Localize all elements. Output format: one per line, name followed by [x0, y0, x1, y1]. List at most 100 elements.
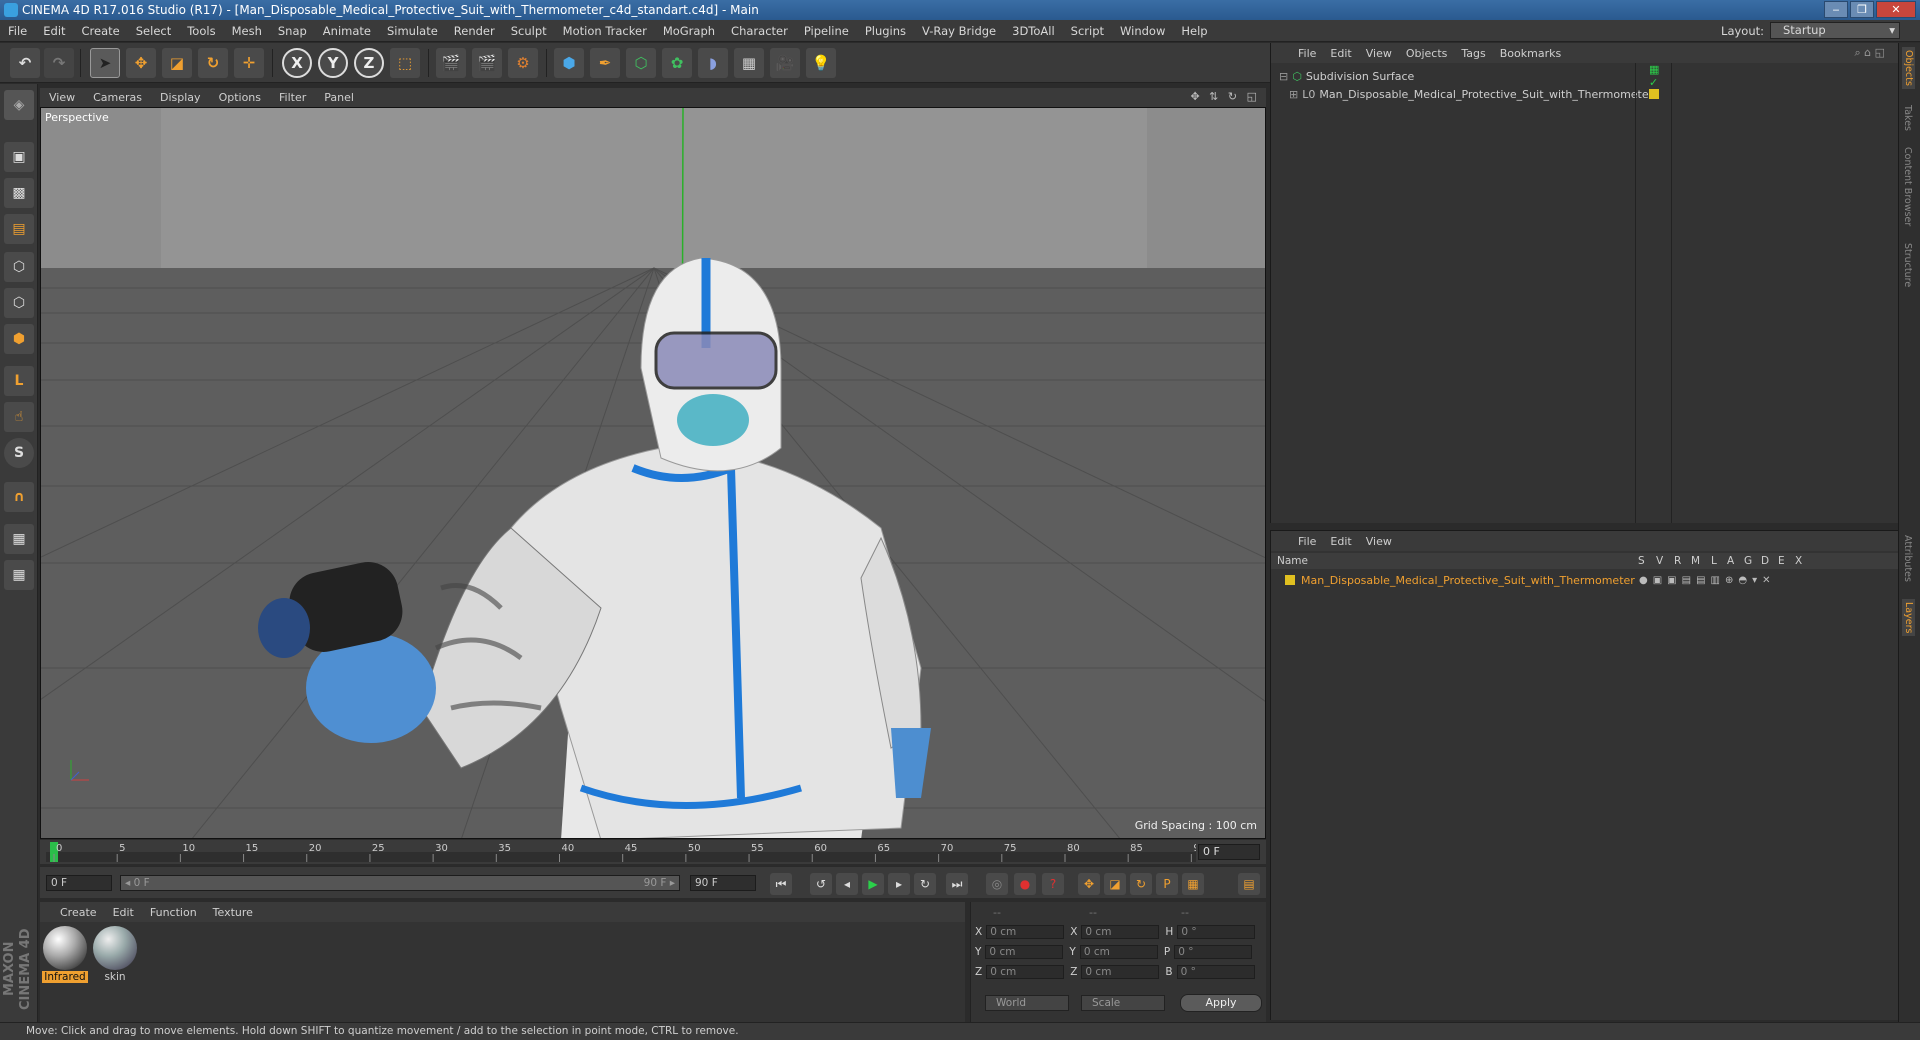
edges-mode-icon[interactable]: ⬡ — [4, 288, 34, 318]
menu-animate[interactable]: Animate — [315, 24, 379, 38]
menu-help[interactable]: Help — [1173, 24, 1215, 38]
layout-select[interactable]: Startup ▾ — [1770, 22, 1900, 39]
maximize-button[interactable]: ❐ — [1850, 1, 1874, 18]
menu-window[interactable]: Window — [1112, 24, 1173, 38]
live-selection-icon[interactable]: ✛ — [234, 48, 264, 78]
deformer-icon[interactable]: ◗ — [698, 48, 728, 78]
tweak-mode-icon[interactable]: ☝ — [4, 402, 34, 432]
material-swatch-skin[interactable]: skin — [92, 926, 138, 983]
current-frame-field[interactable]: 0 F — [1198, 844, 1260, 860]
menu-file[interactable]: File — [0, 24, 35, 38]
subdivision-surface-icon[interactable]: ⬡ — [626, 48, 656, 78]
search-icon[interactable]: ⌕ ⌂ ◱ — [1847, 46, 1892, 60]
redo-icon[interactable]: ↷ — [44, 48, 74, 78]
size-z-field[interactable]: 0 cm — [1081, 965, 1160, 979]
menu-sculpt[interactable]: Sculpt — [503, 24, 555, 38]
layer-color-swatch[interactable] — [1285, 575, 1295, 585]
menu-mograph[interactable]: MoGraph — [655, 24, 723, 38]
layer-toggle-icons[interactable]: ●▣▣▤▤▥⊕◓▾✕ — [1639, 575, 1775, 586]
axis-z-button[interactable]: Z — [354, 48, 384, 78]
model-mode-icon[interactable]: ▣ — [4, 142, 34, 172]
menu-plugins[interactable]: Plugins — [857, 24, 914, 38]
menu-create[interactable]: Create — [74, 24, 128, 38]
previous-frame-icon[interactable]: ◂ — [836, 873, 858, 895]
previous-key-icon[interactable]: ↺ — [810, 873, 832, 895]
position-y-field[interactable]: 0 cm — [985, 945, 1064, 959]
key-rotation-icon[interactable]: ↻ — [1130, 873, 1152, 895]
light-icon[interactable]: 💡 — [806, 48, 836, 78]
size-mode-select[interactable]: Scale — [1081, 995, 1165, 1011]
render-settings-icon[interactable]: ⚙ — [508, 48, 538, 78]
object-row-suit[interactable]: ⊞ L0 Man_Disposable_Medical_Protective_S… — [1289, 85, 1659, 103]
cube-primitive-icon[interactable]: ⬢ — [554, 48, 584, 78]
scale-icon[interactable]: ◪ — [162, 48, 192, 78]
menu-script[interactable]: Script — [1063, 24, 1112, 38]
size-x-field[interactable]: 0 cm — [1081, 925, 1160, 939]
expand-icon[interactable]: ⊞ — [1289, 88, 1298, 101]
objects-menu-view[interactable]: View — [1359, 47, 1399, 60]
menu-select[interactable]: Select — [128, 24, 179, 38]
start-frame-field[interactable]: 0 F — [46, 875, 112, 891]
menu-character[interactable]: Character — [723, 24, 796, 38]
apply-button[interactable]: Apply — [1180, 994, 1262, 1012]
timeline-ruler[interactable]: 0 5 10 15 20 25 30 35 40 45 50 55 60 65 70 75 80 85 90 0 F — [40, 840, 1266, 864]
viewport-menu-filter[interactable]: Filter — [270, 91, 315, 104]
axis-x-button[interactable]: X — [282, 48, 312, 78]
tab-objects[interactable]: Objects — [1902, 47, 1915, 89]
next-frame-icon[interactable]: ▸ — [888, 873, 910, 895]
coordinate-system-icon[interactable]: ⬚ — [390, 48, 420, 78]
close-button[interactable]: ✕ — [1876, 1, 1916, 18]
size-y-field[interactable]: 0 cm — [1079, 945, 1158, 959]
undo-icon[interactable]: ↶ — [10, 48, 40, 78]
autokey-icon[interactable]: ? — [1042, 873, 1064, 895]
menu-simulate[interactable]: Simulate — [379, 24, 446, 38]
rotation-h-field[interactable]: 0 ° — [1177, 925, 1256, 939]
viewport-menu-options[interactable]: Options — [210, 91, 270, 104]
floor-icon[interactable]: ▦ — [734, 48, 764, 78]
viewport-navigation-icons[interactable]: ✥ ⇅ ↻ ◱ — [1190, 90, 1260, 103]
rotate-icon[interactable]: ↻ — [198, 48, 228, 78]
layer-row[interactable]: Man_Disposable_Medical_Protective_Suit_w… — [1285, 571, 1770, 589]
rotation-p-field[interactable]: 0 ° — [1174, 945, 1253, 959]
object-row-subdivision-surface[interactable]: ⊟ ⬡ Subdivision Surface ▦ ✓ — [1279, 63, 1659, 89]
tab-takes[interactable]: Takes — [1902, 105, 1913, 131]
play-icon[interactable]: ▶ — [862, 873, 884, 895]
position-x-field[interactable]: 0 cm — [986, 925, 1065, 939]
render-picture-viewer-icon[interactable]: 🎬 — [472, 48, 502, 78]
material-swatch-infrared[interactable]: Infrared — [42, 926, 88, 983]
collapse-icon[interactable]: ⊟ — [1279, 70, 1288, 83]
objects-menu-edit[interactable]: Edit — [1323, 47, 1358, 60]
menu-3dtoall[interactable]: 3DToAll — [1004, 24, 1063, 38]
objects-menu-file[interactable]: File — [1291, 47, 1323, 60]
layers-menu-view[interactable]: View — [1359, 535, 1399, 548]
go-to-start-icon[interactable]: ⏮ — [770, 873, 792, 895]
tab-content-browser[interactable]: Content Browser — [1902, 147, 1913, 226]
menu-snap[interactable]: Snap — [270, 24, 315, 38]
objects-menu-bookmarks[interactable]: Bookmarks — [1493, 47, 1568, 60]
axis-y-button[interactable]: Y — [318, 48, 348, 78]
record-keyframe-icon[interactable]: ● — [1014, 873, 1036, 895]
menu-mesh[interactable]: Mesh — [224, 24, 270, 38]
objects-menu-objects[interactable]: Objects — [1399, 47, 1455, 60]
rotation-b-field[interactable]: 0 ° — [1176, 965, 1255, 979]
next-key-icon[interactable]: ↻ — [914, 873, 936, 895]
tab-structure[interactable]: Structure — [1902, 243, 1913, 287]
axis-mode-icon[interactable]: L — [4, 366, 34, 396]
coordinate-mode-select[interactable]: World — [985, 995, 1069, 1011]
tab-attributes[interactable]: Attributes — [1902, 535, 1913, 582]
viewport-menu-view[interactable]: View — [40, 91, 84, 104]
pen-spline-icon[interactable]: ✒ — [590, 48, 620, 78]
motion-record-icon[interactable]: ◎ — [986, 873, 1008, 895]
polygons-mode-icon[interactable]: ⬢ — [4, 324, 34, 354]
key-parameter-icon[interactable]: P — [1156, 873, 1178, 895]
points-mode-icon[interactable]: ⬡ — [4, 252, 34, 282]
texture-mode-icon[interactable]: ▩ — [4, 178, 34, 208]
render-view-icon[interactable]: 🎬 — [436, 48, 466, 78]
camera-icon[interactable]: 🎥 — [770, 48, 800, 78]
viewport-menu-display[interactable]: Display — [151, 91, 210, 104]
snap-icon[interactable]: S — [4, 438, 34, 468]
make-editable-icon[interactable]: ◈ — [4, 90, 34, 120]
planar-workplane-icon[interactable]: ▦ — [4, 560, 34, 590]
layers-menu-edit[interactable]: Edit — [1323, 535, 1358, 548]
menu-pipeline[interactable]: Pipeline — [796, 24, 857, 38]
